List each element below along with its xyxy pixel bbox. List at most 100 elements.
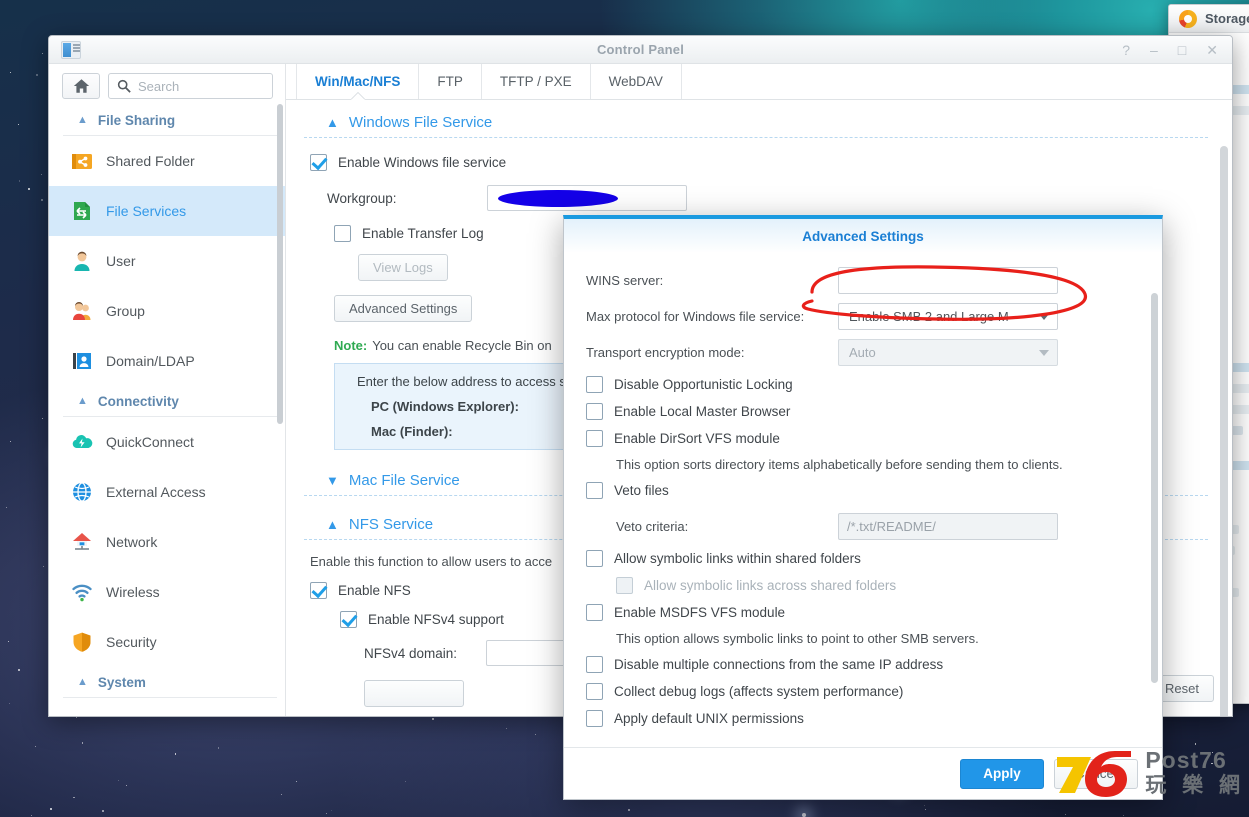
sidebar-search-row: Search bbox=[49, 64, 285, 105]
tab-tftp-pxe[interactable]: TFTP / PXE bbox=[480, 64, 590, 99]
tab-label: TFTP / PXE bbox=[499, 74, 572, 89]
dirsort-vfs-row: Enable DirSort VFS module bbox=[586, 430, 1140, 447]
sidebar-item-label: Security bbox=[106, 634, 157, 650]
dialog-title: Advanced Settings bbox=[564, 219, 1162, 253]
sidebar-item-label: User bbox=[106, 253, 136, 269]
symlinks-within-checkbox[interactable] bbox=[586, 550, 603, 567]
chevron-up-icon: ▲ bbox=[326, 115, 339, 130]
tab-bar-filler bbox=[680, 64, 1232, 99]
sidebar-item-label: Group bbox=[106, 303, 145, 319]
workgroup-label: Workgroup: bbox=[327, 190, 397, 206]
tab-label: WebDAV bbox=[608, 74, 663, 89]
enable-windows-file-service-checkbox[interactable] bbox=[310, 154, 327, 171]
dirsort-vfs-checkbox[interactable] bbox=[586, 430, 603, 447]
disable-multi-connections-label: Disable multiple connections from the sa… bbox=[614, 657, 944, 672]
dialog-scrollbar[interactable] bbox=[1151, 293, 1158, 683]
nfs-extra-button[interactable] bbox=[364, 680, 464, 707]
chevron-up-icon: ▲ bbox=[326, 517, 339, 532]
cancel-button[interactable]: Cancel bbox=[1054, 758, 1138, 789]
veto-files-label: Veto files bbox=[614, 483, 669, 498]
tab-label: Win/Mac/NFS bbox=[315, 74, 401, 89]
sidebar-item-quickconnect[interactable]: QuickConnect bbox=[49, 417, 285, 467]
sidebar-scrollbar[interactable] bbox=[277, 104, 283, 424]
disable-multi-connections-row: Disable multiple connections from the sa… bbox=[586, 656, 1140, 673]
enable-nfsv4-checkbox[interactable] bbox=[340, 611, 357, 628]
transport-encryption-dropdown[interactable]: Auto bbox=[838, 339, 1058, 366]
workgroup-input[interactable] bbox=[487, 185, 687, 211]
apply-unix-permissions-row: Apply default UNIX permissions bbox=[586, 710, 1140, 727]
network-icon bbox=[71, 531, 93, 553]
disable-multi-connections-checkbox[interactable] bbox=[586, 656, 603, 673]
wireless-icon bbox=[71, 581, 93, 603]
enable-nfs-checkbox[interactable] bbox=[310, 582, 327, 599]
storage-donut-icon bbox=[1179, 9, 1197, 28]
local-master-browser-checkbox[interactable] bbox=[586, 403, 603, 420]
home-button[interactable] bbox=[62, 73, 100, 99]
veto-criteria-label: Veto criteria: bbox=[616, 519, 689, 534]
tab-ftp[interactable]: FTP bbox=[418, 64, 481, 99]
transport-encryption-row: Transport encryption mode: Auto bbox=[586, 339, 1140, 366]
veto-criteria-row: Veto criteria: /*.txt/README/ bbox=[616, 513, 1140, 540]
local-master-browser-row: Enable Local Master Browser bbox=[586, 403, 1140, 420]
sidebar-group-system[interactable]: ▲ System bbox=[63, 667, 277, 698]
sidebar-item-shared-folder[interactable]: Shared Folder bbox=[49, 136, 285, 186]
tab-win-mac-nfs[interactable]: Win/Mac/NFS bbox=[296, 64, 418, 99]
advanced-settings-button[interactable]: Advanced Settings bbox=[334, 295, 473, 322]
wins-server-label: WINS server: bbox=[586, 273, 664, 288]
quickconnect-icon bbox=[71, 431, 93, 453]
max-protocol-dropdown[interactable]: Enable SMB 2 and Large M bbox=[838, 303, 1058, 330]
sidebar-item-domain-ldap[interactable]: Domain/LDAP bbox=[49, 336, 285, 386]
enable-transfer-log-checkbox[interactable] bbox=[334, 225, 351, 242]
disable-oplock-label: Disable Opportunistic Locking bbox=[614, 377, 793, 392]
symlinks-within-label: Allow symbolic links within shared folde… bbox=[614, 551, 861, 566]
sidebar-item-file-services[interactable]: File Services bbox=[49, 186, 285, 236]
tab-webdav[interactable]: WebDAV bbox=[589, 64, 681, 99]
disable-oplock-checkbox[interactable] bbox=[586, 376, 603, 393]
section-windows-file-service[interactable]: ▲ Windows File Service bbox=[304, 114, 1208, 138]
file-services-icon bbox=[71, 200, 93, 222]
apply-button[interactable]: Apply bbox=[960, 758, 1044, 789]
sidebar-item-label: External Access bbox=[106, 484, 206, 500]
workgroup-row: Workgroup: bbox=[286, 185, 1232, 211]
tab-label: FTP bbox=[437, 74, 463, 89]
view-logs-button[interactable]: View Logs bbox=[358, 254, 448, 281]
sidebar-item-group[interactable]: Group bbox=[49, 286, 285, 336]
sidebar-item-external-access[interactable]: External Access bbox=[49, 467, 285, 517]
msdfs-vfs-checkbox[interactable] bbox=[586, 604, 603, 621]
domain-ldap-icon bbox=[71, 350, 93, 372]
enable-windows-file-service-row: Enable Windows file service bbox=[286, 154, 1232, 171]
enable-nfsv4-label: Enable NFSv4 support bbox=[368, 612, 504, 627]
apply-unix-permissions-checkbox[interactable] bbox=[586, 710, 603, 727]
sidebar-item-network[interactable]: Network bbox=[49, 517, 285, 567]
sidebar-group-file-sharing[interactable]: ▲ File Sharing bbox=[63, 105, 277, 136]
search-input[interactable]: Search bbox=[108, 73, 273, 99]
veto-criteria-placeholder: /*.txt/README/ bbox=[847, 519, 936, 534]
veto-criteria-input[interactable]: /*.txt/README/ bbox=[838, 513, 1058, 540]
wins-server-input[interactable] bbox=[838, 267, 1058, 294]
help-button[interactable]: ? bbox=[1122, 43, 1130, 57]
minimize-button[interactable]: – bbox=[1150, 43, 1158, 57]
nfs-description-text: Enable this function to allow users to a… bbox=[310, 554, 553, 569]
sidebar-item-wireless[interactable]: Wireless bbox=[49, 567, 285, 617]
sidebar-item-security[interactable]: Security bbox=[49, 617, 285, 667]
note-prefix: Note: bbox=[334, 338, 368, 353]
tab-bar: Win/Mac/NFS FTP TFTP / PXE WebDAV bbox=[286, 64, 1232, 100]
msdfs-description: This option allows symbolic links to poi… bbox=[616, 631, 979, 646]
veto-files-checkbox[interactable] bbox=[586, 482, 603, 499]
home-icon bbox=[73, 79, 89, 93]
user-icon bbox=[71, 250, 93, 272]
enable-transfer-log-label: Enable Transfer Log bbox=[362, 226, 484, 241]
advanced-settings-dialog[interactable]: Advanced Settings WINS server: Max proto… bbox=[563, 215, 1163, 800]
maximize-button[interactable]: □ bbox=[1178, 43, 1186, 57]
sidebar-item-user[interactable]: User bbox=[49, 236, 285, 286]
page-title: Control Panel bbox=[596, 42, 685, 57]
sidebar-group-connectivity[interactable]: ▲ Connectivity bbox=[63, 386, 277, 417]
transport-encryption-value: Auto bbox=[849, 345, 876, 360]
sidebar-group-label: File Sharing bbox=[97, 113, 176, 128]
main-scrollbar[interactable] bbox=[1220, 146, 1228, 716]
close-button[interactable]: ✕ bbox=[1206, 43, 1218, 57]
chevron-down-icon bbox=[1039, 313, 1049, 320]
apply-unix-permissions-label: Apply default UNIX permissions bbox=[614, 711, 804, 726]
sidebar-item-label: Network bbox=[106, 534, 158, 550]
collect-debug-logs-checkbox[interactable] bbox=[586, 683, 603, 700]
